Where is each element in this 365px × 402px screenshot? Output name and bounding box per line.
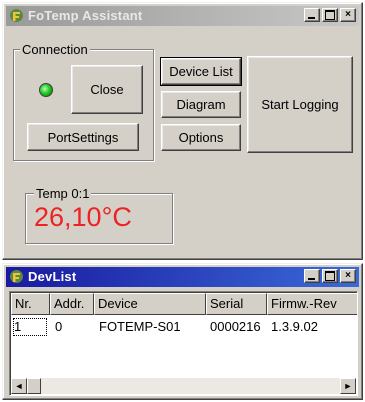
devlist-app-icon [10, 270, 23, 283]
column-header-addr[interactable]: Addr. [50, 293, 94, 315]
column-header-device[interactable]: Device [94, 293, 206, 315]
devlist-close-button[interactable]: × [340, 269, 356, 283]
devlist-minimize-button[interactable] [304, 269, 320, 283]
horizontal-scrollbar[interactable]: ◄ ► [11, 378, 356, 394]
options-button[interactable]: Options [161, 124, 241, 151]
column-header-firmware[interactable]: Firmw.-Rev [267, 293, 357, 315]
close-window-button[interactable]: × [340, 8, 356, 22]
device-table[interactable]: Nr. Addr. Device Serial Firmw.-Rev 1 0 F… [9, 291, 358, 396]
main-window-title: FoTemp Assistant [28, 8, 143, 23]
cell-firmware: 1.3.9.02 [271, 319, 318, 334]
scroll-right-arrow-icon[interactable]: ► [340, 378, 356, 394]
devlist-title-bar[interactable]: DevList × [6, 267, 359, 287]
temperature-group: Temp 0:1 26,10°C [25, 186, 173, 244]
devlist-window: DevList × Nr. Addr. Device Serial Firmw.… [2, 263, 363, 400]
main-title-bar[interactable]: FoTemp Assistant × [6, 6, 359, 26]
column-header-nr[interactable]: Nr. [11, 293, 50, 315]
minimize-button[interactable] [304, 8, 320, 22]
column-header-serial[interactable]: Serial [206, 293, 267, 315]
temperature-value: 26,10°C [34, 202, 132, 232]
cell-nr: 1 [13, 318, 47, 336]
scroll-left-arrow-icon[interactable]: ◄ [11, 378, 27, 394]
port-settings-button[interactable]: PortSettings [27, 123, 139, 151]
cell-addr: 0 [55, 319, 63, 334]
temperature-label: Temp 0:1 [34, 186, 92, 201]
cell-device: FOTEMP-S01 [99, 319, 181, 334]
devlist-window-title: DevList [28, 269, 77, 284]
fotemp-assistant-window: FoTemp Assistant × Connection Close Port… [2, 2, 363, 260]
device-list-button[interactable]: Device List [160, 57, 242, 86]
scroll-thumb[interactable] [27, 378, 41, 394]
diagram-button[interactable]: Diagram [161, 91, 241, 118]
close-connection-button[interactable]: Close [71, 65, 143, 114]
cell-serial: 0000216 [210, 319, 261, 334]
connection-group-label: Connection [20, 42, 90, 57]
app-icon [10, 9, 23, 22]
maximize-button[interactable] [322, 8, 338, 22]
devlist-maximize-button[interactable] [322, 269, 338, 283]
start-logging-button[interactable]: Start Logging [247, 56, 353, 153]
connection-status-led [39, 83, 53, 97]
